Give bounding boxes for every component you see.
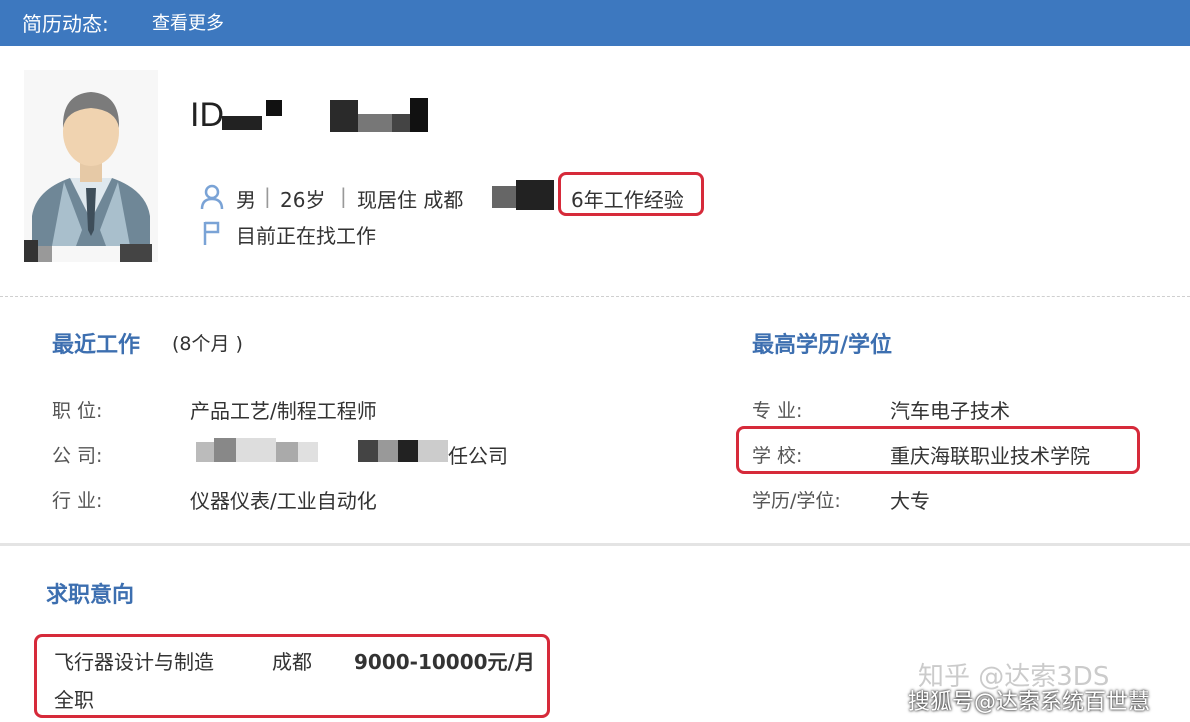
- redacted-name-mosaic: [410, 98, 428, 132]
- redacted-company-mosaic: [418, 440, 448, 462]
- company-value: 任公司: [448, 444, 508, 468]
- redacted-location-mosaic: [516, 180, 554, 210]
- desired-city: 成都: [272, 650, 312, 674]
- redacted-id-mosaic: [266, 100, 282, 116]
- redacted-company-mosaic: [378, 440, 398, 462]
- redacted-company-mosaic: [358, 440, 378, 462]
- view-more-link[interactable]: 查看更多: [152, 9, 224, 35]
- age: 26岁: [280, 188, 326, 212]
- desired-salary: 9000-10000元/月: [354, 650, 535, 674]
- redacted-company-mosaic: [276, 442, 298, 462]
- redacted-location-mosaic: [492, 186, 516, 208]
- gender: 男: [236, 188, 256, 212]
- separator: |: [264, 184, 271, 208]
- industry-label: 行 业:: [52, 490, 103, 512]
- separator: |: [340, 184, 347, 208]
- redacted-company-mosaic: [298, 442, 318, 462]
- major-label: 专 业:: [752, 400, 803, 422]
- divider: [0, 543, 1190, 546]
- education-title: 最高学历/学位: [752, 333, 893, 358]
- degree-value: 大专: [890, 489, 930, 513]
- person-icon: [200, 184, 224, 210]
- redacted-company-mosaic: [236, 438, 276, 462]
- position-label: 职 位:: [52, 400, 103, 422]
- redacted-company-mosaic: [196, 442, 214, 462]
- recent-work-duration: (8个月 ): [172, 333, 243, 355]
- resume-activity-bar: 简历动态: 查看更多: [0, 0, 1190, 46]
- redacted-name-mosaic: [358, 114, 392, 132]
- avatar: [24, 70, 158, 262]
- redacted-company-mosaic: [214, 438, 236, 462]
- industry-value: 仪器仪表/工业自动化: [190, 489, 377, 513]
- experience-highlight-box: [558, 172, 704, 216]
- company-label: 公 司:: [52, 445, 103, 467]
- job-intent-title: 求职意向: [46, 583, 135, 608]
- desired-position: 飞行器设计与制造: [54, 650, 214, 674]
- redacted-name-mosaic: [330, 100, 358, 132]
- major-value: 汽车电子技术: [890, 399, 1010, 423]
- residence: 现居住 成都: [357, 188, 464, 212]
- redacted-company-mosaic: [398, 440, 418, 462]
- redacted-id-mosaic: [222, 116, 262, 130]
- school-highlight-box: [736, 426, 1140, 474]
- position-value: 产品工艺/制程工程师: [190, 399, 377, 423]
- flag-icon: [203, 221, 220, 245]
- job-status: 目前正在找工作: [236, 224, 376, 248]
- redacted-name-mosaic: [392, 114, 410, 132]
- resume-activity-title: 简历动态:: [22, 12, 109, 36]
- divider: [0, 296, 1190, 297]
- employment-type: 全职: [54, 688, 94, 712]
- recent-work-title: 最近工作: [52, 333, 141, 358]
- candidate-id-label: ID: [190, 96, 224, 134]
- sohu-watermark: 搜狐号@达索系统百世慧: [908, 690, 1151, 715]
- degree-label: 学历/学位:: [752, 490, 841, 512]
